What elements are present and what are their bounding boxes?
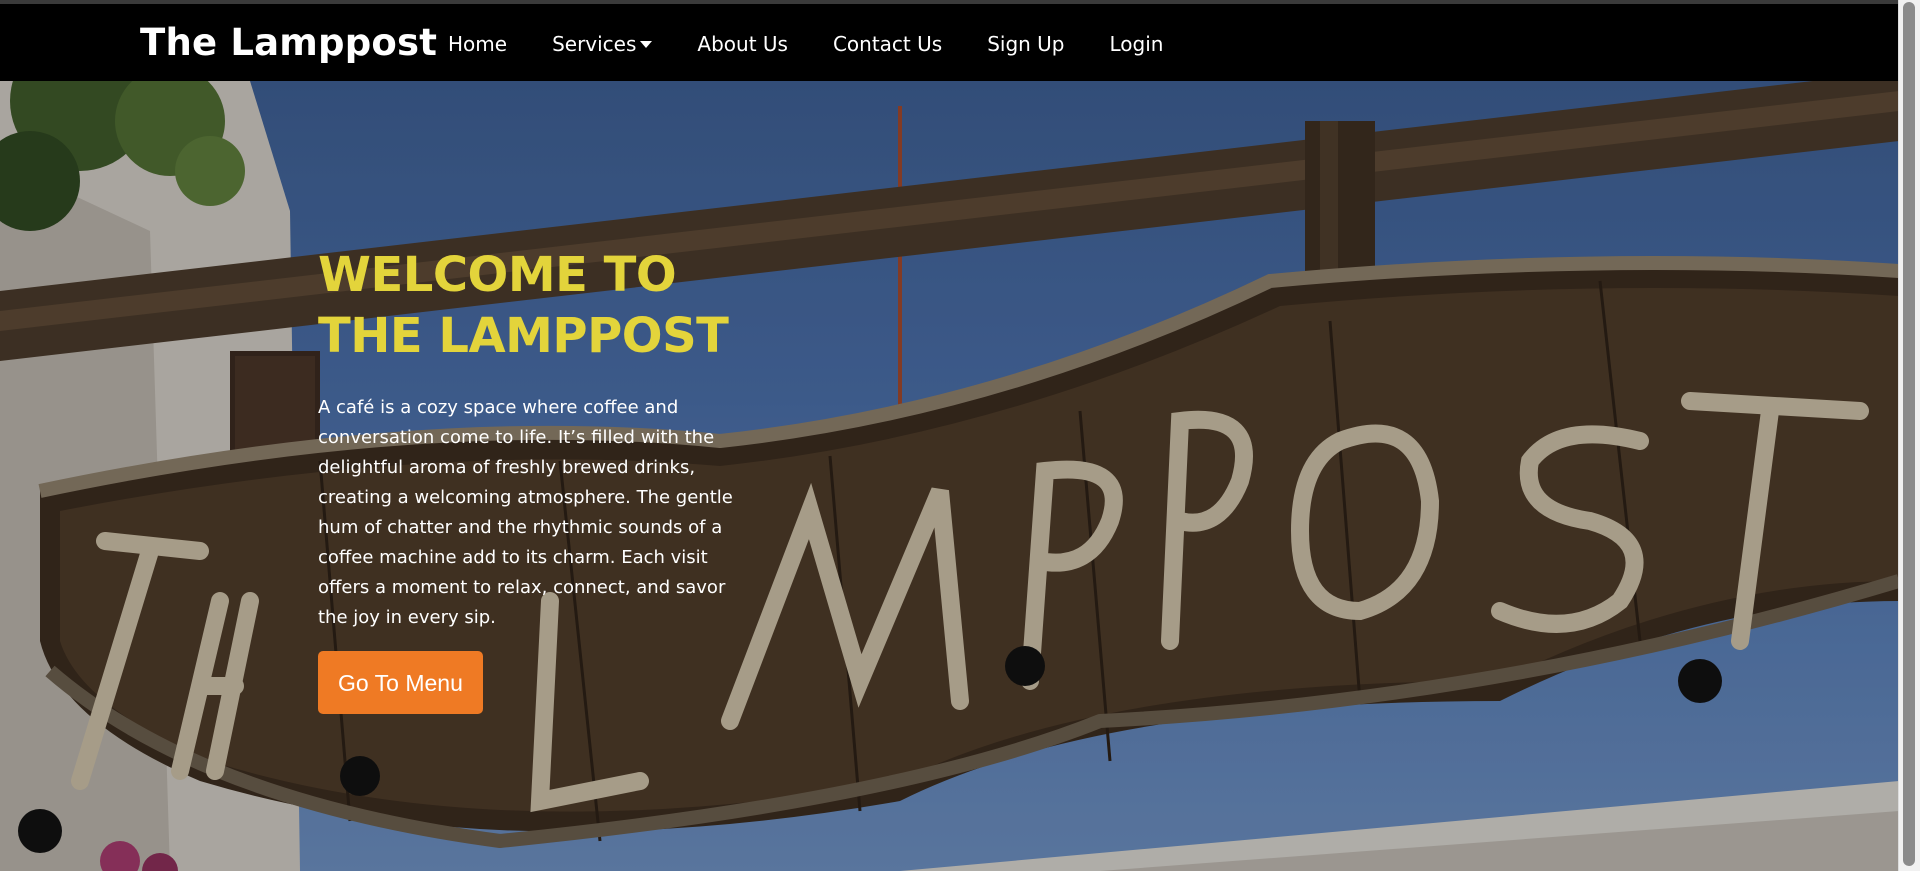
- navbar: The Lamppost Home Services About Us Cont…: [0, 4, 1899, 81]
- nav-about-link[interactable]: About Us: [697, 30, 788, 58]
- nav-login-label: Login: [1109, 32, 1164, 56]
- nav-contact-label: Contact Us: [832, 32, 943, 56]
- nav-services-label: Services: [552, 32, 637, 56]
- nav-home-label: Home: [448, 32, 508, 56]
- hero-section: [0, 81, 1899, 871]
- nav-about-label: About Us: [697, 32, 788, 56]
- vertical-scrollbar[interactable]: [1898, 0, 1920, 871]
- nav-home-link[interactable]: Home: [448, 30, 507, 58]
- hero-dark-overlay: [0, 81, 1899, 871]
- caret-down-icon: [640, 41, 653, 48]
- nav-signup-link[interactable]: Sign Up: [987, 30, 1064, 58]
- go-to-menu-button[interactable]: Go To Menu: [318, 651, 483, 714]
- hero-description: A café is a cozy space where coffee and …: [318, 397, 733, 628]
- brand-logo[interactable]: The Lamppost: [140, 21, 437, 65]
- nav-signup-label: Sign Up: [987, 32, 1065, 56]
- hero-content: WELCOME TO THE LAMPPOST A café is a cozy…: [318, 245, 758, 714]
- hero-title: WELCOME TO THE LAMPPOST: [318, 247, 729, 364]
- nav-login-link[interactable]: Login: [1110, 30, 1164, 58]
- browser-top-edge: [0, 0, 1920, 4]
- scrollbar-thumb[interactable]: [1903, 2, 1915, 866]
- nav-contact-link[interactable]: Contact Us: [833, 30, 942, 58]
- nav-links: Home Services About Us Contact Us Sign U…: [448, 30, 1208, 58]
- page: The Lamppost Home Services About Us Cont…: [0, 0, 1920, 871]
- nav-services-dropdown[interactable]: Services: [552, 30, 653, 58]
